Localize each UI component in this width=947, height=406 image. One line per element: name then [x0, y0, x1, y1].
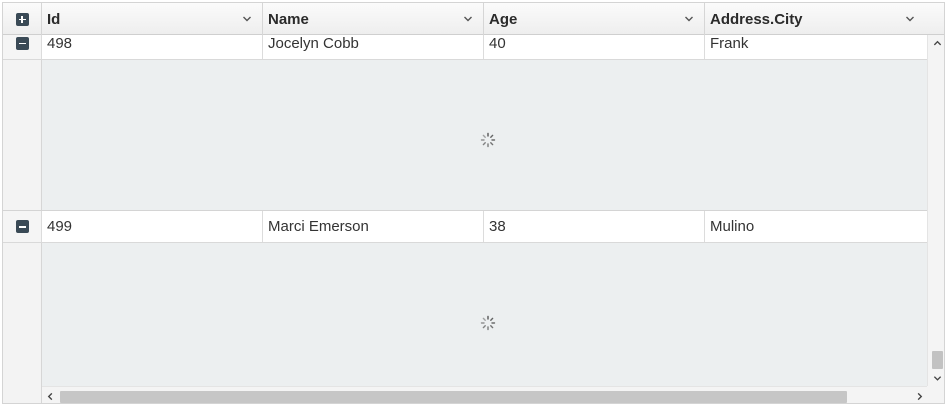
column-header-city-label: Address.City [710, 10, 803, 28]
chevron-up-icon [933, 40, 942, 45]
chevron-down-icon[interactable] [242, 14, 252, 24]
scrollbar-corner [927, 386, 944, 403]
scroll-up-button[interactable] [928, 35, 944, 51]
column-header-age[interactable]: Age [484, 3, 705, 35]
vertical-scroll-thumb[interactable] [932, 351, 943, 369]
horizontal-scrollbar[interactable] [42, 386, 927, 403]
loading-spinner-icon [480, 315, 496, 331]
chevron-down-icon[interactable] [905, 14, 915, 24]
cell-city: Frank [710, 35, 749, 52]
scroll-right-button[interactable] [911, 387, 927, 403]
column-header-city[interactable]: Address.City [705, 3, 925, 35]
loading-spinner-icon [480, 132, 496, 148]
scroll-left-button[interactable] [42, 387, 58, 403]
detail-gutter [3, 243, 42, 386]
row-detail-panel [3, 60, 927, 211]
grid-body[interactable]: 498 Jocelyn Cobb 40 Frank 499 Marci Emer… [3, 35, 927, 386]
scroll-down-button[interactable] [928, 370, 944, 386]
cell-age: 40 [484, 35, 705, 59]
minus-square-icon[interactable] [15, 220, 29, 233]
grid-header: Id Name Age Address.City [3, 3, 927, 35]
cell-name: Jocelyn Cobb [263, 35, 484, 59]
row-detail-panel [3, 243, 927, 386]
table-row[interactable]: 499 Marci Emerson 38 Mulino [3, 211, 927, 243]
chevron-down-icon[interactable] [684, 14, 694, 24]
column-header-name-label: Name [268, 10, 309, 28]
cell-name: Marci Emerson [263, 211, 484, 242]
chevron-right-icon [917, 392, 922, 401]
vertical-scrollbar[interactable] [927, 35, 944, 386]
cell-id: 499 [42, 211, 263, 242]
chevron-down-icon [933, 375, 942, 381]
minus-square-icon[interactable] [15, 36, 29, 50]
row-toggle[interactable] [3, 35, 42, 59]
plus-square-icon[interactable] [15, 12, 29, 26]
column-header-age-label: Age [489, 10, 518, 28]
chevron-left-icon [47, 392, 52, 401]
detail-gutter [3, 60, 42, 210]
cell-id: 498 [42, 35, 263, 59]
chevron-down-icon[interactable] [463, 14, 473, 24]
header-corner [927, 3, 944, 35]
column-header-id-label: Id [47, 10, 61, 28]
column-header-name[interactable]: Name [263, 3, 484, 35]
table-row[interactable]: 498 Jocelyn Cobb 40 Frank [3, 35, 927, 60]
row-toggle[interactable] [3, 211, 42, 242]
footer-gutter [3, 386, 42, 403]
column-header-id[interactable]: Id [42, 3, 263, 35]
horizontal-scroll-thumb[interactable] [60, 391, 847, 403]
cell-city: Mulino [710, 218, 755, 235]
cell-age: 38 [484, 211, 705, 242]
data-grid: Id Name Age Address.City 498 Jocelyn Cob… [2, 2, 945, 404]
expand-all-header[interactable] [3, 3, 42, 35]
